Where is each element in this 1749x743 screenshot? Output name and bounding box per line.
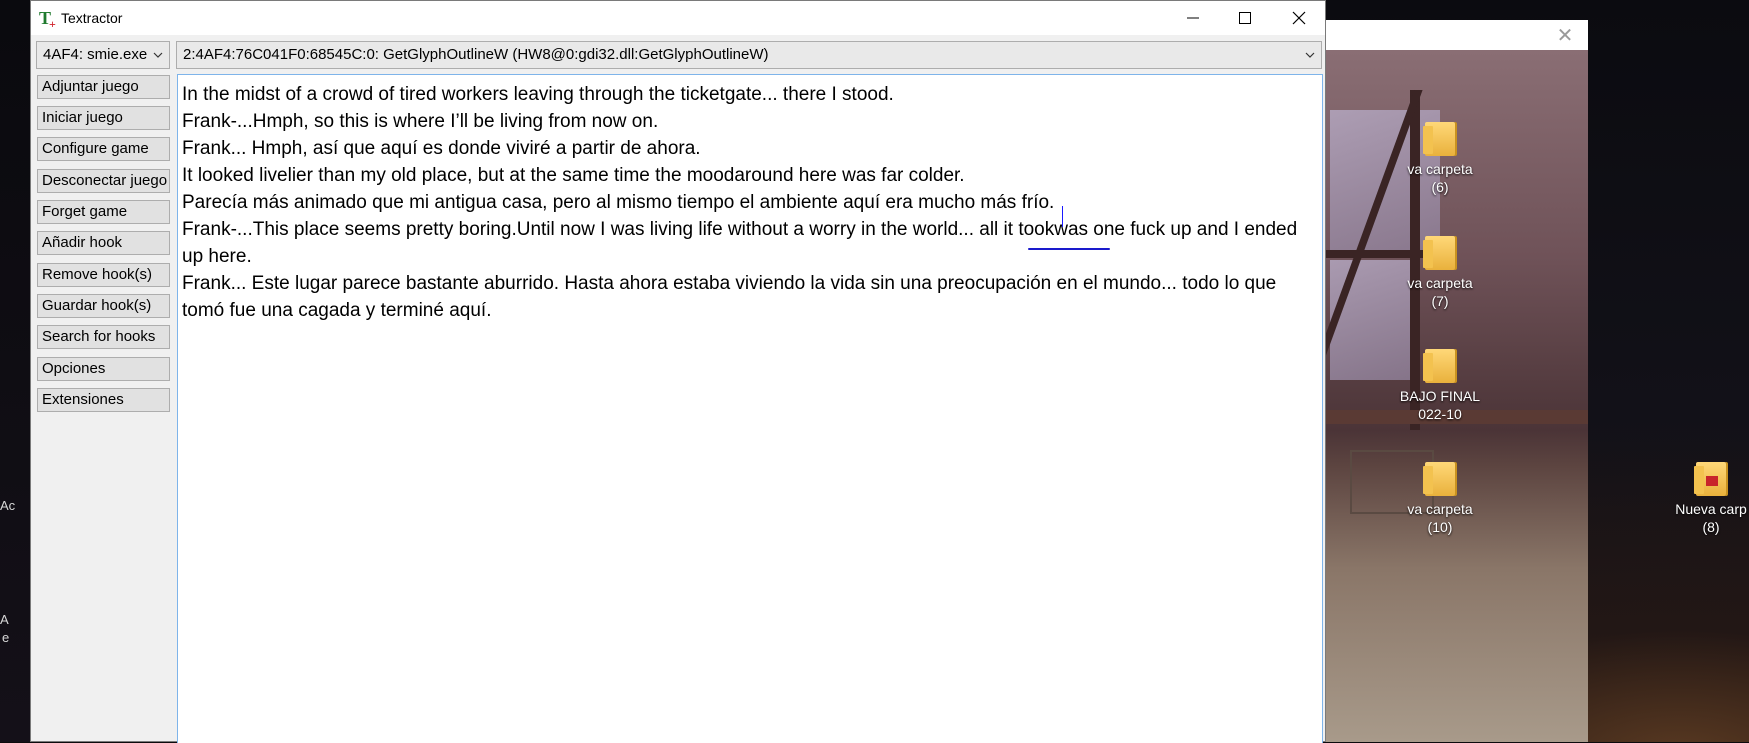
output-line: It looked livelier than my old place, bu… xyxy=(182,165,965,186)
desktop-folder[interactable]: va carpeta (6) xyxy=(1385,122,1495,196)
save-hooks-button[interactable]: Guardar hook(s) xyxy=(37,294,170,318)
edge-text: A xyxy=(0,612,9,627)
chevron-down-icon xyxy=(1305,52,1315,58)
output-line: Frank... Este lugar parece bastante abur… xyxy=(182,273,1277,321)
minimize-button[interactable] xyxy=(1167,1,1219,35)
output-line: Frank-...This place seems pretty boring.… xyxy=(182,219,1298,267)
close-button[interactable] xyxy=(1273,1,1325,35)
text-output[interactable]: In the midst of a crowd of tired workers… xyxy=(177,74,1323,743)
text-caret xyxy=(1062,206,1063,227)
folder-icon xyxy=(1423,236,1455,270)
textractor-icon: T + xyxy=(39,8,56,31)
hook-select[interactable]: 2:4AF4:76C041F0:68545C:0: GetGlyphOutlin… xyxy=(176,41,1322,69)
folder-icon xyxy=(1423,349,1455,383)
output-line: Frank... Hmph, así que aquí es donde viv… xyxy=(182,138,701,159)
close-icon[interactable]: ✕ xyxy=(1554,24,1576,46)
folder-label: BAJO FINAL 022-10 xyxy=(1399,388,1481,422)
detach-game-button[interactable]: Desconectar juego xyxy=(37,169,170,193)
hook-select-value: 2:4AF4:76C041F0:68545C:0: GetGlyphOutlin… xyxy=(183,46,769,63)
desktop-folder[interactable]: va carpeta (10) xyxy=(1385,462,1495,536)
output-line: Parecía más animado que mi antigua casa,… xyxy=(182,192,1055,213)
folder-label: va carpeta (6) xyxy=(1407,161,1473,195)
attach-game-button[interactable]: Adjuntar juego xyxy=(37,75,170,99)
window-title: Textractor xyxy=(61,10,123,26)
desktop-folder[interactable]: va carpeta (7) xyxy=(1385,236,1495,310)
close-icon xyxy=(1292,11,1306,25)
folder-icon xyxy=(1423,462,1455,496)
edge-text: Ac xyxy=(0,498,16,513)
maximize-button[interactable] xyxy=(1219,1,1271,35)
minimize-icon xyxy=(1187,17,1199,19)
process-select[interactable]: 4AF4: smie.exe xyxy=(36,41,170,69)
edge-text: e xyxy=(2,630,10,645)
output-line: In the midst of a crowd of tired workers… xyxy=(182,84,894,105)
chevron-down-icon xyxy=(153,52,163,58)
folder-label: va carpeta (7) xyxy=(1407,275,1473,309)
remove-hooks-button[interactable]: Remove hook(s) xyxy=(37,263,170,287)
folder-icon xyxy=(1694,462,1726,496)
title-bar[interactable]: T + Textractor xyxy=(31,1,1325,35)
options-button[interactable]: Opciones xyxy=(37,357,170,381)
process-select-value: 4AF4: smie.exe xyxy=(43,46,148,63)
folder-icon xyxy=(1423,122,1455,156)
forget-game-button[interactable]: Forget game xyxy=(37,200,170,224)
desktop-folder[interactable]: BAJO FINAL 022-10 xyxy=(1385,349,1495,423)
folder-label: Nueva carp (8) xyxy=(1675,501,1747,535)
desktop-folder[interactable]: Nueva carp (8) xyxy=(1673,462,1749,536)
configure-game-button[interactable]: Configure game xyxy=(37,137,170,161)
extensions-button[interactable]: Extensiones xyxy=(37,388,170,412)
output-line: Frank-...Hmph, so this is where I’ll be … xyxy=(182,111,659,132)
folder-label: va carpeta (10) xyxy=(1407,501,1473,535)
add-hook-button[interactable]: Añadir hook xyxy=(37,231,170,255)
game-titlebar: ✕ xyxy=(1320,20,1588,50)
launch-game-button[interactable]: Iniciar juego xyxy=(37,106,170,130)
ime-underline xyxy=(1028,248,1110,250)
maximize-icon xyxy=(1239,12,1251,24)
search-hooks-button[interactable]: Search for hooks xyxy=(37,325,170,349)
textractor-window[interactable]: T + Textractor 4AF4: smie.exe 2:4AF4:76C0… xyxy=(30,0,1326,743)
